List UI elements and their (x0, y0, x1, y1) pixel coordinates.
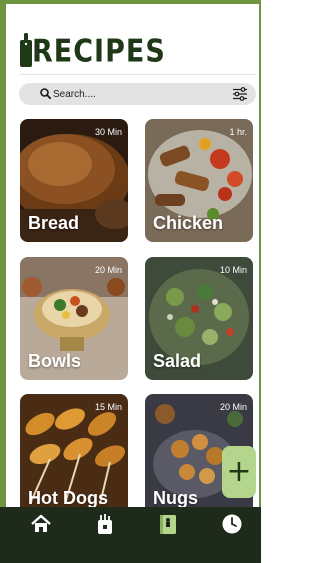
clock-icon (222, 514, 242, 534)
search-icon (40, 88, 51, 99)
recipe-card-bowls[interactable]: 20 Min Bowls (20, 257, 128, 380)
recipe-card-hot-dogs[interactable]: 15 Min Hot Dogs (20, 394, 128, 517)
search-input[interactable] (53, 88, 203, 100)
home-icon (31, 514, 51, 532)
recipe-card-bread[interactable]: 30 Min Bread (20, 119, 128, 242)
recipe-time: 20 Min (94, 265, 122, 275)
cutting-board-icon (20, 33, 32, 67)
recipe-time: 1 hr. (229, 127, 247, 137)
recipe-name: Bowls (28, 351, 82, 371)
nav-grocery[interactable] (94, 513, 116, 535)
add-recipe-button[interactable]: + (222, 446, 256, 498)
recipe-card-chicken[interactable]: 1 hr. Chicken (145, 119, 253, 242)
filter-sliders-icon[interactable] (232, 87, 248, 101)
page-title: RECIPES (32, 33, 166, 70)
recipe-book-icon (160, 515, 176, 534)
recipe-name: Bread (28, 213, 80, 233)
header-divider (19, 74, 256, 75)
recipe-name: Chicken (153, 213, 224, 233)
recipe-name: Nugs (153, 488, 198, 508)
window-edge-top (0, 0, 261, 4)
recipe-name: Hot Dogs (28, 488, 108, 508)
recipe-time: 20 Min (219, 402, 247, 412)
recipe-time: 15 Min (94, 402, 122, 412)
nav-timer[interactable] (221, 513, 243, 535)
window-edge-right (259, 0, 261, 563)
recipe-time: 10 Min (219, 265, 247, 275)
recipe-name: Salad (153, 351, 202, 371)
grocery-bag-icon (98, 514, 112, 534)
search-bar[interactable] (19, 83, 256, 105)
nav-home[interactable] (30, 513, 52, 535)
recipe-card-salad[interactable]: 10 Min Salad (145, 257, 253, 380)
app-logo: RECIPES (19, 33, 166, 67)
add-label: + (226, 454, 252, 489)
window-edge-left (0, 0, 6, 563)
nav-recipes[interactable] (157, 513, 179, 535)
recipe-time: 30 Min (94, 127, 122, 137)
bottom-nav (0, 507, 261, 563)
